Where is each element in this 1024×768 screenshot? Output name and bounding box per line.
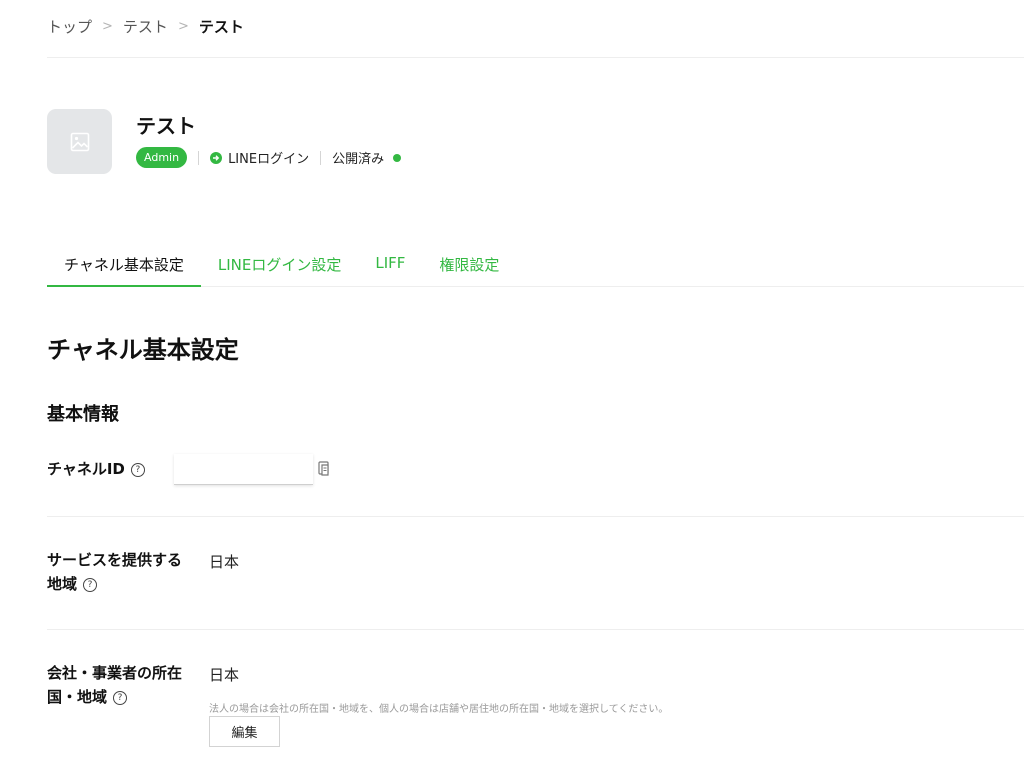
- tab-line-login-settings[interactable]: LINEログイン設定: [201, 244, 358, 287]
- tab-permissions[interactable]: 権限設定: [422, 244, 516, 287]
- channel-meta: Admin LINEログイン 公開済み: [136, 147, 402, 168]
- channel-thumbnail: [47, 109, 112, 174]
- image-icon: [70, 132, 89, 151]
- breadcrumb-provider[interactable]: テスト: [123, 16, 168, 37]
- service-region-label: サービスを提供する 地域?: [47, 548, 182, 596]
- tab-liff[interactable]: LIFF: [358, 244, 422, 287]
- breadcrumb: トップ > テスト > テスト: [47, 16, 244, 37]
- channel-title: テスト: [136, 114, 196, 138]
- company-region-label-line2: 国・地域: [47, 688, 108, 706]
- channel-id-field[interactable]: [174, 454, 313, 485]
- company-region-value: 日本: [209, 666, 240, 684]
- channel-id-label-text: チャネルID: [47, 460, 125, 478]
- tab-basic-settings[interactable]: チャネル基本設定: [47, 244, 201, 287]
- edit-button[interactable]: 編集: [209, 716, 280, 747]
- row-divider: [47, 516, 1024, 517]
- row-divider: [47, 629, 1024, 630]
- help-icon[interactable]: ?: [113, 690, 128, 705]
- breadcrumb-current: テスト: [198, 18, 244, 36]
- admin-badge: Admin: [136, 147, 188, 168]
- company-region-label-line1: 会社・事業者の所在: [47, 664, 183, 682]
- help-icon[interactable]: ?: [83, 577, 98, 592]
- page-title: チャネル基本設定: [47, 336, 239, 364]
- copy-icon[interactable]: [316, 460, 334, 478]
- line-login-icon: [210, 151, 223, 164]
- company-region-label: 会社・事業者の所在 国・地域?: [47, 661, 182, 709]
- meta-divider: [320, 150, 322, 165]
- header-divider: [47, 57, 1024, 58]
- status-dot-icon: [393, 153, 402, 162]
- page: トップ > テスト > テスト テスト Admin LINEログイン 公開済み …: [0, 0, 1024, 768]
- channel-type: LINEログイン: [228, 152, 310, 167]
- section-title-basic-info: 基本情報: [47, 404, 119, 425]
- breadcrumb-separator: >: [177, 19, 189, 34]
- channel-id-label: チャネルID?: [47, 457, 145, 481]
- service-region-value: 日本: [209, 553, 240, 571]
- breadcrumb-separator: >: [102, 19, 113, 34]
- service-region-label-line2: 地域: [47, 575, 78, 593]
- meta-divider: [198, 150, 200, 165]
- help-icon[interactable]: ?: [130, 462, 145, 477]
- channel-status: 公開済み: [332, 152, 385, 167]
- tab-bar: チャネル基本設定 LINEログイン設定 LIFF 権限設定: [47, 244, 1024, 287]
- breadcrumb-top[interactable]: トップ: [47, 16, 92, 37]
- service-region-label-line1: サービスを提供する: [47, 551, 183, 569]
- company-region-note: 法人の場合は会社の所在国・地域を、個人の場合は店舗や居住地の所在国・地域を選択し…: [209, 704, 669, 715]
